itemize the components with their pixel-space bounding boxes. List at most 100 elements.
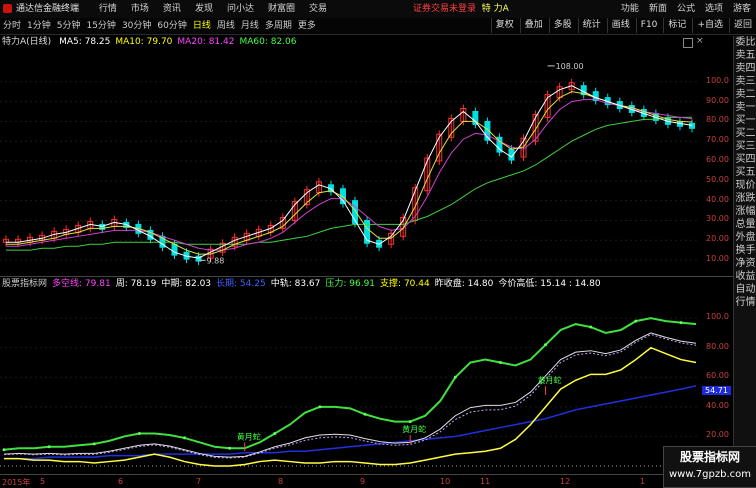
- pressure-marker: [318, 405, 322, 409]
- indicator-tick: 80.00: [706, 341, 729, 351]
- period-tab-6[interactable]: 日线: [190, 18, 214, 34]
- pressure-marker: [137, 431, 141, 435]
- menu-item-2[interactable]: 资讯: [156, 0, 188, 18]
- signal-label: 黄月蛇: [402, 424, 426, 434]
- high-price-label: 108.00: [556, 62, 584, 71]
- price-tick: 20.00: [706, 234, 729, 244]
- tool-button-6[interactable]: 标记: [663, 18, 690, 33]
- sidebar-label[interactable]: 卖一: [734, 101, 756, 114]
- sidebar-label[interactable]: 卖五: [734, 49, 756, 62]
- tool-button-2[interactable]: 多股: [548, 18, 576, 33]
- period-tab-0[interactable]: 分时: [0, 18, 24, 34]
- menu-item-3[interactable]: 发现: [188, 0, 220, 18]
- period-tab-2[interactable]: 5分钟: [54, 18, 84, 34]
- right-menu-item-1[interactable]: 新面: [644, 4, 672, 14]
- period-tab-8[interactable]: 月线: [238, 18, 262, 34]
- ma10-line: [6, 91, 693, 255]
- pressure-marker: [453, 375, 457, 379]
- menu-item-1[interactable]: 市场: [124, 0, 156, 18]
- tool-button-1[interactable]: 叠加: [519, 18, 547, 33]
- main-candlestick-chart[interactable]: 108.00 9.88: [0, 48, 733, 276]
- sidebar-label[interactable]: 净资: [734, 257, 756, 270]
- close-icon[interactable]: ×: [696, 36, 704, 46]
- site-watermark: 股票指标网 www.7gpzb.com: [663, 446, 756, 488]
- menu-item-6[interactable]: 交易: [302, 0, 334, 18]
- indicator-legend-item: 股票指标网: [2, 279, 48, 289]
- menu-item-0[interactable]: 行情: [92, 0, 124, 18]
- sidebar-label[interactable]: 买三: [734, 140, 756, 153]
- date-tick: 12: [560, 477, 571, 486]
- period-tab-3[interactable]: 15分钟: [83, 18, 118, 34]
- pressure-marker: [92, 442, 96, 446]
- indicator-tick: 100.0: [706, 312, 729, 322]
- right-menu-item-3[interactable]: 选项: [700, 4, 728, 14]
- period-tab-7[interactable]: 周线: [214, 18, 238, 34]
- pressure-marker: [679, 321, 683, 325]
- tool-button-8[interactable]: 返回: [728, 18, 756, 33]
- signal-label: 黄月蛇: [237, 431, 261, 441]
- sidebar-label[interactable]: 换手: [734, 244, 756, 257]
- sidebar-label[interactable]: 行情: [734, 296, 756, 309]
- indicator-chart[interactable]: 黄月蛇黄月蛇黄月蛇: [0, 290, 733, 474]
- indicator-legend-item: 周: 78.19: [115, 279, 157, 289]
- pressure-marker: [544, 343, 548, 347]
- indicator-legend-item: 压力: 96.91: [325, 279, 376, 289]
- sidebar-label[interactable]: 涨幅: [734, 205, 756, 218]
- sidebar-label[interactable]: 买一: [734, 114, 756, 127]
- signal-label: 黄月蛇: [538, 375, 562, 385]
- menu-item-5[interactable]: 财富圈: [261, 0, 302, 18]
- indicator-tick: 40.00: [706, 400, 729, 410]
- indicator-legend-item: 长期: 54.25: [216, 279, 266, 289]
- date-tick: 11: [480, 477, 491, 486]
- period-tab-10[interactable]: 更多: [295, 18, 319, 34]
- main-chart-legend: 特力A(日线) MA5: 78.25 MA10: 79.70 MA20: 81.42…: [2, 36, 307, 48]
- date-tick: 7: [196, 477, 202, 486]
- tool-button-5[interactable]: F10: [635, 18, 662, 33]
- ma60-line: [6, 116, 693, 251]
- maximize-icon[interactable]: [683, 38, 693, 48]
- sidebar-label[interactable]: 买二: [734, 127, 756, 140]
- sidebar-label[interactable]: 买五: [734, 166, 756, 179]
- tool-button-3[interactable]: 统计: [577, 18, 605, 33]
- sidebar-label[interactable]: 卖三: [734, 75, 756, 88]
- indicator-legend-item: 支撑: 70.44: [380, 279, 430, 289]
- tool-button-7[interactable]: +自选: [692, 18, 727, 33]
- sidebar-label[interactable]: 卖四: [734, 62, 756, 75]
- menu-item-4[interactable]: 问小达: [220, 0, 261, 18]
- indicator-legend-item: 中期: 82.03: [161, 279, 212, 289]
- price-tick: 30.00: [706, 214, 729, 224]
- candle-body: [689, 122, 695, 129]
- indicator-legend-item: 多空线: 79.81: [52, 279, 111, 289]
- candle-body: [171, 243, 178, 256]
- sidebar-label[interactable]: 总量: [734, 218, 756, 231]
- indicator-legend-item: 中轨: 83.67: [270, 279, 321, 289]
- right-menu-item-4[interactable]: 游客: [728, 4, 756, 14]
- login-notice[interactable]: 证券交易未登录 特 力A: [413, 0, 509, 18]
- sidebar-label[interactable]: 自动: [734, 283, 756, 296]
- sidebar-label[interactable]: 卖二: [734, 88, 756, 101]
- tool-button-4[interactable]: 画线: [606, 18, 634, 33]
- price-tick: 10.00: [706, 254, 729, 264]
- indicator-legend: 股票指标网 多空线: 79.81 周: 78.19 中期: 82.03 长期: 54.2…: [2, 278, 611, 290]
- period-tab-1[interactable]: 1分钟: [24, 18, 54, 34]
- period-tab-5[interactable]: 60分钟: [154, 18, 189, 34]
- sidebar-label[interactable]: 买四: [734, 153, 756, 166]
- right-menu-item-0[interactable]: 功能: [616, 4, 644, 14]
- period-tab-4[interactable]: 30分钟: [119, 18, 154, 34]
- sidebar-label[interactable]: 现价: [734, 179, 756, 192]
- tool-button-0[interactable]: 复权: [490, 18, 518, 33]
- right-menu-item-2[interactable]: 公式: [672, 4, 700, 14]
- ma-legend-item: MA60: 82.06: [239, 37, 297, 47]
- price-tick: 60.00: [706, 155, 729, 165]
- pressure-marker: [363, 412, 367, 416]
- sidebar-label[interactable]: 涨跌: [734, 192, 756, 205]
- sidebar-label[interactable]: 收益: [734, 270, 756, 283]
- top-menu-bar: 通达信金融终端 行情 市场 资讯 发现 问小达 财富圈 交易 证券交易未登录 特 力A 功能…: [0, 0, 756, 19]
- bullbear-line: [3, 333, 697, 459]
- pressure-marker: [408, 420, 412, 424]
- quote-sidebar: 委比 卖五 卖四 卖三 卖二 卖一 买一 买二 买三 买四 买五 现价 涨跌 涨幅 总量 外盘 换手 净资 收益 自动…: [733, 36, 756, 484]
- sidebar-label[interactable]: 外盘: [734, 231, 756, 244]
- period-tab-9[interactable]: 多周期: [262, 18, 295, 34]
- sidebar-label[interactable]: 委比: [734, 36, 756, 49]
- pressure-marker: [273, 431, 277, 435]
